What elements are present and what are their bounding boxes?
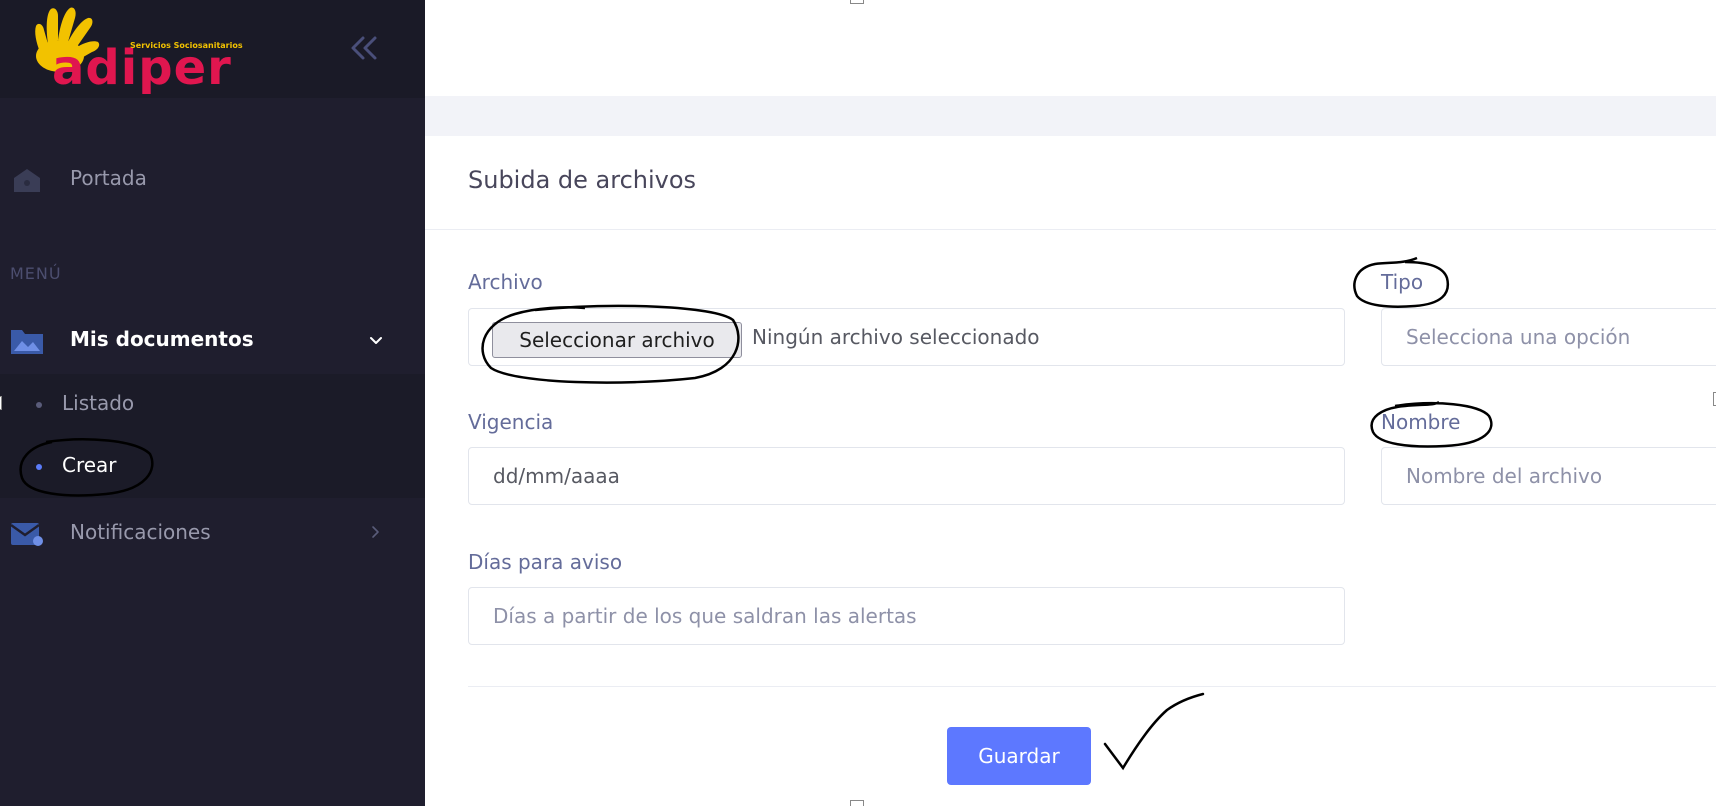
bullet-icon — [36, 402, 42, 408]
file-status-text: Ningún archivo seleccionado — [752, 325, 1040, 349]
file-field-label: Archivo — [468, 270, 543, 294]
page-title: Subida de archivos — [468, 166, 697, 194]
main-content: Subida de archivos Archivo Seleccionar a… — [425, 0, 1716, 806]
sidebar-item-portada[interactable]: Portada — [0, 156, 425, 204]
sidebar-subitem-label: Listado — [62, 391, 135, 415]
subheader-band — [425, 96, 1716, 136]
sidebar: adiper Servicios Sociosanitarios Portada… — [0, 0, 425, 806]
double-chevron-left-icon[interactable] — [346, 30, 382, 66]
menu-section-heading: MENÚ — [10, 264, 62, 283]
sidebar-subitem-crear[interactable]: Crear — [0, 442, 425, 492]
sidebar-item-label: Portada — [70, 166, 147, 190]
resize-handle — [850, 800, 864, 806]
mail-icon — [10, 523, 43, 546]
notice-days-field-label: Días para aviso — [468, 550, 623, 574]
brand-tagline: Servicios Sociosanitarios — [130, 41, 243, 50]
name-field-label: Nombre — [1381, 410, 1461, 434]
card-header: Subida de archivos — [425, 136, 1716, 230]
select-file-button[interactable]: Seleccionar archivo — [492, 322, 742, 358]
sidebar-subitem-listado[interactable]: Listado — [0, 380, 425, 430]
home-icon — [14, 169, 40, 192]
validity-date-input[interactable]: dd/mm/aaaa — [468, 447, 1345, 505]
sidebar-item-label: Notificaciones — [70, 520, 211, 544]
validity-field-label: Vigencia — [468, 410, 554, 434]
type-select[interactable]: Selecciona una opción — [1381, 308, 1716, 366]
save-button[interactable]: Guardar — [947, 727, 1091, 785]
chevron-down-icon — [370, 337, 382, 344]
brand-bar: adiper Servicios Sociosanitarios — [0, 0, 425, 98]
sidebar-item-notificaciones[interactable]: Notificaciones — [0, 510, 425, 556]
form-divider — [468, 686, 1716, 687]
name-input[interactable]: Nombre del archivo — [1381, 447, 1716, 505]
top-header-area — [425, 0, 1716, 96]
sidebar-subitem-label: Crear — [62, 453, 117, 477]
type-field-label: Tipo — [1381, 270, 1424, 294]
resize-handle — [850, 0, 864, 4]
chevron-right-icon — [372, 526, 379, 538]
annotation-checkmark — [1103, 692, 1205, 771]
sidebar-item-mis-documentos[interactable]: Mis documentos — [0, 318, 425, 364]
adiper-logo[interactable]: adiper Servicios Sociosanitarios — [18, 2, 248, 94]
file-input[interactable]: Seleccionar archivo Ningún archivo selec… — [468, 308, 1345, 366]
notice-days-input[interactable]: Días a partir de los que saldran las ale… — [468, 587, 1345, 645]
sidebar-item-label: Mis documentos — [70, 327, 254, 351]
bullet-icon — [36, 464, 42, 470]
resize-handle — [0, 396, 2, 410]
folder-icon — [11, 330, 43, 354]
